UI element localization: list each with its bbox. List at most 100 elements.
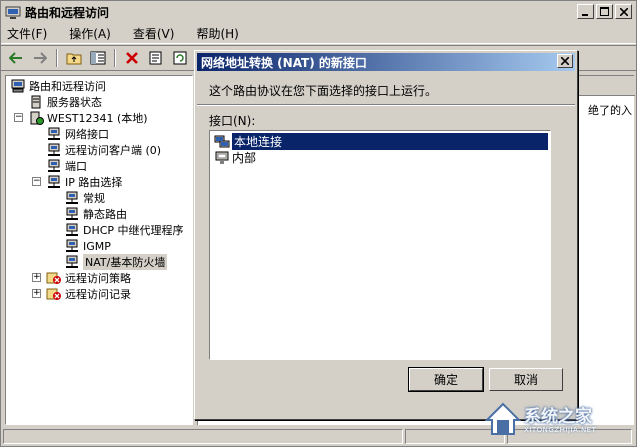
expand-remote-logging-toggle[interactable]: + [32,289,41,298]
mmc-window: 路由和远程访问 文件(F) 操作(A) 查看(V) 帮助(H) 路由和远程访问 … [0,0,637,447]
remote-logging-icon [46,288,61,300]
details-truncated-text: 绝了的入 [588,104,632,117]
tree-root-label: 路由和远程访问 [29,80,106,93]
tree-server-status-label: 服务器状态 [47,96,102,109]
tree-ports-label: 端口 [65,160,87,173]
maximize-button[interactable] [596,4,613,19]
minimize-icon [581,13,588,16]
interface-item-local[interactable]: 本地连接 [214,133,548,150]
igmp-icon [66,239,78,252]
console-tree-icon [90,51,106,65]
folder-up-icon [66,53,82,65]
tree-root[interactable]: 路由和远程访问 [10,78,106,94]
remote-policy-icon [46,272,61,284]
menu-action[interactable]: 操作(A) [69,25,111,42]
back-button[interactable] [5,48,27,68]
tree-igmp[interactable]: IGMP [64,238,111,254]
dialog-close-button[interactable] [557,54,573,68]
close-button[interactable] [615,4,632,19]
expand-remote-policy-toggle[interactable]: + [32,273,41,282]
interface-item-label: 内部 [232,151,257,165]
toolbar-separator [56,49,58,67]
menu-help[interactable]: 帮助(H) [196,25,238,42]
properties-icon [149,51,162,65]
tree-ip-routing[interactable]: IP 路由选择 [46,174,122,190]
dhcp-relay-icon [66,223,78,236]
dialog-body: 这个路由协议在您下面选择的接口上运行。 接口(N): 本地连接 内部 确定 取消 [197,72,575,398]
server-status-icon [31,95,41,109]
dialog-description: 这个路由协议在您下面选择的接口上运行。 [209,84,438,98]
static-routes-icon [66,207,78,220]
ok-button[interactable]: 确定 [408,367,484,392]
tree-remote-clients[interactable]: 远程访问客户端 (0) [46,142,161,158]
site-watermark: 系统之家 XITONGZHIJIA.NET [484,398,634,442]
interface-item-label: 本地连接 [232,133,548,150]
show-hide-tree-button[interactable] [87,48,109,68]
tree-server-label: WEST12341 (本地) [47,112,148,125]
remote-clients-icon [48,143,60,156]
close-icon [619,7,628,16]
collapse-ip-routing-toggle[interactable]: − [32,177,41,186]
tree-remote-policy-label: 远程访问策略 [65,272,131,285]
tree-static-routes[interactable]: 静态路由 [64,206,127,222]
tree-network-interfaces-label: 网络接口 [65,128,109,141]
nat-firewall-icon [66,255,78,268]
refresh-icon [173,51,187,65]
tree-general[interactable]: 常规 [64,190,105,206]
tree-remote-clients-label: 远程访问客户端 (0) [65,144,162,157]
network-connection-icon [214,135,230,147]
dialog-content: 接口(N): 本地连接 内部 确定 取消 [197,106,575,398]
watermark-sub: XITONGZHIJIA.NET [524,426,597,434]
routing-app-icon [5,6,21,19]
ip-routing-icon [48,175,60,188]
delete-x-icon [126,52,138,64]
toolbar-separator [114,49,116,67]
delete-button[interactable] [121,48,143,68]
menu-file[interactable]: 文件(F) [7,25,47,42]
general-icon [66,191,78,204]
tree-remote-logging[interactable]: 远程访问记录 [46,286,131,302]
interface-item-internal[interactable]: 内部 [214,150,256,165]
tree-ip-routing-label: IP 路由选择 [65,176,123,189]
network-interface-icon [48,127,60,140]
forward-arrow-icon [34,52,47,64]
watermark-text: 系统之家 [524,407,592,427]
tree-ports[interactable]: 端口 [46,158,87,174]
tree-network-interfaces[interactable]: 网络接口 [46,126,109,142]
cancel-button[interactable]: 取消 [489,368,563,391]
console-tree[interactable]: 路由和远程访问 服务器状态 − WEST12341 (本地) 网络接口 远程访问… [5,75,193,425]
tree-dhcp-relay-label: DHCP 中继代理程序 [83,224,184,237]
menu-view[interactable]: 查看(V) [133,25,175,42]
tree-dhcp-relay[interactable]: DHCP 中继代理程序 [64,222,184,238]
tree-server[interactable]: WEST12341 (本地) [28,110,148,126]
tree-nat-label: NAT/基本防火墙 [83,254,168,270]
up-level-button[interactable] [63,48,85,68]
tree-static-routes-label: 静态路由 [83,208,127,221]
window-title: 路由和远程访问 [25,5,110,20]
minimize-button[interactable] [577,4,594,19]
forward-button[interactable] [29,48,51,68]
back-arrow-icon [9,52,22,64]
dialog-title: 网络地址转换 (NAT) 的新接口 [201,55,367,70]
tree-igmp-label: IGMP [83,239,111,253]
menu-bar: 文件(F) 操作(A) 查看(V) 帮助(H) [1,24,636,44]
computer-icon [11,79,25,93]
tree-remote-logging-label: 远程访问记录 [65,288,131,301]
refresh-button[interactable] [169,48,191,68]
properties-button[interactable] [145,48,167,68]
tree-remote-policy[interactable]: 远程访问策略 [46,270,131,286]
title-bar[interactable]: 路由和远程访问 [1,1,636,23]
dialog-title-bar[interactable]: 网络地址转换 (NAT) 的新接口 [197,53,575,71]
interfaces-label: 接口(N): [209,114,256,128]
server-up-icon [30,111,44,125]
tree-nat[interactable]: NAT/基本防火墙 [64,254,168,270]
interfaces-listbox[interactable]: 本地连接 内部 [209,130,551,360]
ports-icon [48,159,60,172]
tree-general-label: 常规 [83,192,105,205]
internal-interface-icon [215,151,229,164]
status-cell-main [3,429,403,444]
new-nat-interface-dialog: 网络地址转换 (NAT) 的新接口 这个路由协议在您下面选择的接口上运行。 接口… [194,50,578,420]
collapse-server-toggle[interactable]: − [14,113,23,122]
close-icon [561,57,569,65]
tree-server-status[interactable]: 服务器状态 [28,94,102,110]
